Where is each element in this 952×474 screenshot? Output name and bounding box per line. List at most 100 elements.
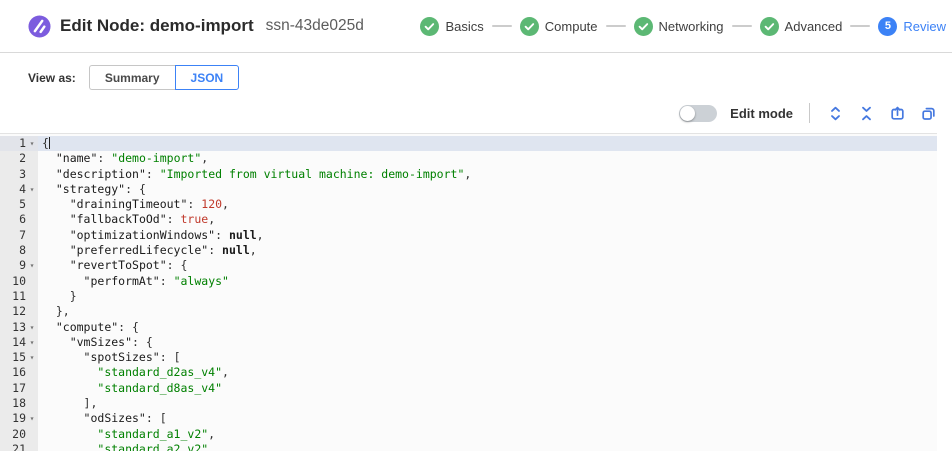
editor-line: 9▾ "revertToSpot": {	[0, 258, 937, 273]
code-line[interactable]: "standard_a2_v2"	[38, 442, 937, 451]
line-number: 12	[0, 304, 38, 319]
editor-line: 12 },	[0, 304, 937, 319]
view-as-json-button[interactable]: JSON	[175, 65, 240, 90]
line-number: 5	[0, 197, 38, 212]
json-editor[interactable]: 1▾{2 "name": "demo-import",3 "descriptio…	[0, 133, 937, 451]
code-line[interactable]: "compute": {	[38, 320, 937, 335]
export-icon[interactable]	[888, 104, 906, 122]
code-line[interactable]: "fallbackToOd": true,	[38, 212, 937, 227]
editor-line: 10 "performAt": "always"	[0, 274, 937, 289]
collapse-all-icon[interactable]	[857, 104, 875, 122]
step-advanced[interactable]: Advanced	[760, 17, 843, 36]
line-number: 19▾	[0, 411, 38, 426]
check-circle-icon	[634, 17, 653, 36]
code-line[interactable]: "revertToSpot": {	[38, 258, 937, 273]
fold-toggle-icon[interactable]: ▾	[26, 411, 38, 426]
editor-line: 7 "optimizationWindows": null,	[0, 228, 937, 243]
fold-toggle-icon[interactable]: ▾	[26, 136, 38, 151]
editor-line: 6 "fallbackToOd": true,	[0, 212, 937, 227]
step-connector	[850, 25, 870, 27]
step-connector	[732, 25, 752, 27]
view-as-label: View as:	[28, 71, 76, 85]
step-review[interactable]: 5 Review	[878, 17, 946, 36]
code-line[interactable]: }	[38, 289, 937, 304]
code-line[interactable]: "odSizes": [	[38, 411, 937, 426]
toolbar-divider	[809, 103, 810, 123]
editor-line: 2 "name": "demo-import",	[0, 151, 937, 166]
fold-toggle-icon[interactable]: ▾	[26, 258, 38, 273]
fold-toggle-icon[interactable]: ▾	[26, 182, 38, 197]
line-number: 1▾	[0, 136, 38, 151]
code-line[interactable]: "description": "Imported from virtual ma…	[38, 167, 937, 182]
line-number: 9▾	[0, 258, 38, 273]
editor-line: 1▾{	[0, 136, 937, 151]
code-line[interactable]: "drainingTimeout": 120,	[38, 197, 937, 212]
step-basics[interactable]: Basics	[420, 17, 483, 36]
wizard-stepper: Basics Compute Networking Advanced	[420, 17, 946, 36]
code-line[interactable]: "standard_a1_v2",	[38, 427, 937, 442]
spot-logo-icon	[28, 15, 51, 38]
editor-line: 18 ],	[0, 396, 937, 411]
step-label: Advanced	[785, 19, 843, 34]
step-number-badge: 5	[878, 17, 897, 36]
line-number: 2	[0, 151, 38, 166]
editor-line: 8 "preferredLifecycle": null,	[0, 243, 937, 258]
line-number: 18	[0, 396, 38, 411]
code-line[interactable]: },	[38, 304, 937, 319]
code-line[interactable]: "standard_d2as_v4",	[38, 365, 937, 380]
line-number: 8	[0, 243, 38, 258]
code-line[interactable]: "performAt": "always"	[38, 274, 937, 289]
line-number: 15▾	[0, 350, 38, 365]
line-number: 20	[0, 427, 38, 442]
code-line[interactable]: "name": "demo-import",	[38, 151, 937, 166]
step-connector	[606, 25, 626, 27]
step-label: Networking	[659, 19, 724, 34]
code-line[interactable]: "spotSizes": [	[38, 350, 937, 365]
toggle-knob	[680, 106, 695, 121]
line-number: 21	[0, 442, 38, 451]
line-number: 14▾	[0, 335, 38, 350]
code-line[interactable]: ],	[38, 396, 937, 411]
line-number: 4▾	[0, 182, 38, 197]
editor-line: 20 "standard_a1_v2",	[0, 427, 937, 442]
copy-icon[interactable]	[919, 104, 937, 122]
edit-mode-toggle[interactable]	[679, 105, 717, 122]
code-line[interactable]: "optimizationWindows": null,	[38, 228, 937, 243]
code-line[interactable]: "preferredLifecycle": null,	[38, 243, 937, 258]
editor-line: 3 "description": "Imported from virtual …	[0, 167, 937, 182]
editor-toolbar: Edit mode	[0, 100, 937, 126]
expand-all-icon[interactable]	[826, 104, 844, 122]
step-label: Compute	[545, 19, 598, 34]
fold-toggle-icon[interactable]: ▾	[26, 320, 38, 335]
editor-line: 15▾ "spotSizes": [	[0, 350, 937, 365]
editor-line: 17 "standard_d8as_v4"	[0, 381, 937, 396]
line-number: 13▾	[0, 320, 38, 335]
line-number: 16	[0, 365, 38, 380]
check-circle-icon	[760, 17, 779, 36]
editor-line: 14▾ "vmSizes": {	[0, 335, 937, 350]
page-title: Edit Node: demo-import	[60, 16, 254, 36]
view-as-toggle-group: Summary JSON	[89, 65, 239, 90]
editor-line: 19▾ "odSizes": [	[0, 411, 937, 426]
editor-line: 16 "standard_d2as_v4",	[0, 365, 937, 380]
step-connector	[492, 25, 512, 27]
code-line[interactable]: "standard_d8as_v4"	[38, 381, 937, 396]
editor-line: 13▾ "compute": {	[0, 320, 937, 335]
step-label: Basics	[445, 19, 483, 34]
step-networking[interactable]: Networking	[634, 17, 724, 36]
check-circle-icon	[520, 17, 539, 36]
line-number: 11	[0, 289, 38, 304]
line-number: 17	[0, 381, 38, 396]
check-circle-icon	[420, 17, 439, 36]
step-compute[interactable]: Compute	[520, 17, 598, 36]
line-number: 7	[0, 228, 38, 243]
code-line[interactable]: {	[38, 136, 937, 151]
fold-toggle-icon[interactable]: ▾	[26, 335, 38, 350]
code-line[interactable]: "vmSizes": {	[38, 335, 937, 350]
line-number: 6	[0, 212, 38, 227]
code-line[interactable]: "strategy": {	[38, 182, 937, 197]
view-as-summary-button[interactable]: Summary	[89, 65, 175, 90]
editor-line: 5 "drainingTimeout": 120,	[0, 197, 937, 212]
fold-toggle-icon[interactable]: ▾	[26, 350, 38, 365]
line-number: 3	[0, 167, 38, 182]
